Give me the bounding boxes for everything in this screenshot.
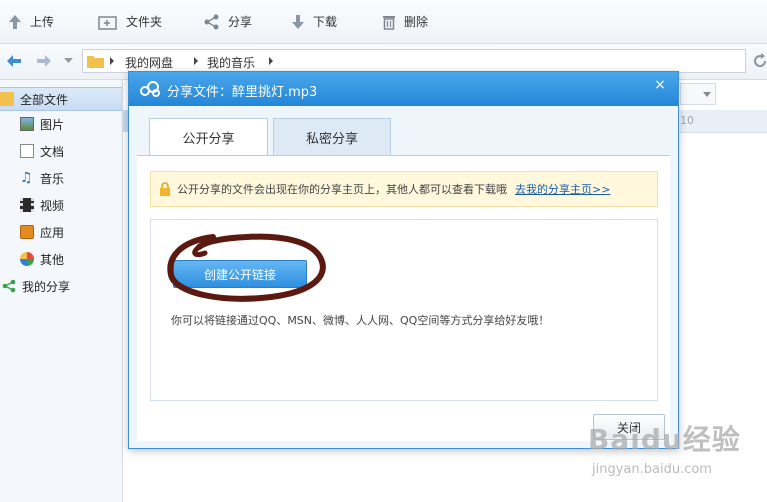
view-dropdown[interactable] <box>680 83 716 105</box>
notice-banner: 公开分享的文件会出现在你的分享主页上，其他人都可以查看下载哦 去我的分享主页>> <box>150 171 658 207</box>
trash-icon <box>383 15 395 30</box>
download-button[interactable]: 下载 <box>291 0 337 43</box>
dialog-title: 分享文件：醉里挑灯.mp3 <box>167 85 318 100</box>
download-label: 下载 <box>313 15 338 29</box>
sidebar-item-label: 音乐 <box>40 171 65 186</box>
new-folder-button[interactable]: 文件夹 <box>98 0 162 43</box>
sidebar-item-label: 文档 <box>40 144 65 159</box>
upload-button[interactable]: 上传 <box>8 0 54 43</box>
new-folder-icon <box>98 15 117 30</box>
share-icon <box>204 14 219 29</box>
back-arrow-icon[interactable] <box>6 53 22 69</box>
download-icon <box>292 14 304 29</box>
sidebar: 全部文件 图片 文档 ♫ 音乐 视频 应用 其他 我的分享 <box>0 80 123 502</box>
breadcrumb-separator-icon <box>194 57 198 65</box>
forward-arrow-icon[interactable] <box>36 53 52 69</box>
share-hint-text: 你可以将链接通过QQ、MSN、微博、人人网、QQ空间等方式分享给好友哦！ <box>171 314 550 327</box>
dialog-title-bar: 分享文件：醉里挑灯.mp3 × <box>129 72 678 106</box>
tab-label: 公开分享 <box>182 131 235 147</box>
music-icon: ♫ <box>20 170 33 186</box>
path-box[interactable]: 我的网盘 我的音乐 <box>82 49 746 73</box>
close-icon[interactable]: × <box>650 76 670 94</box>
sidebar-item-apps[interactable]: 应用 <box>0 220 122 244</box>
sidebar-item-my-share[interactable]: 我的分享 <box>0 274 122 298</box>
share-label: 分享 <box>228 15 253 29</box>
tab-public-share[interactable]: 公开分享 <box>149 118 268 156</box>
watermark-url: jingyan.baidu.com <box>592 462 712 477</box>
upload-label: 上传 <box>30 15 55 29</box>
share-dialog: 分享文件：醉里挑灯.mp3 × 公开分享 私密分享 公开分享的文件会出现在你的分… <box>128 71 679 449</box>
folder-icon <box>87 56 104 68</box>
sidebar-item-images[interactable]: 图片 <box>0 112 122 136</box>
sidebar-item-label: 应用 <box>40 225 65 240</box>
notice-text: 公开分享的文件会出现在你的分享主页上，其他人都可以查看下载哦 <box>177 183 507 196</box>
sidebar-item-videos[interactable]: 视频 <box>0 193 122 217</box>
tab-private-share[interactable]: 私密分享 <box>273 118 391 156</box>
sidebar-item-other[interactable]: 其他 <box>0 247 122 271</box>
share-home-link[interactable]: 去我的分享主页>> <box>515 181 610 197</box>
other-icon <box>20 252 34 266</box>
sidebar-item-documents[interactable]: 文档 <box>0 139 122 163</box>
video-icon <box>20 198 34 212</box>
sidebar-item-all-files[interactable]: 全部文件 <box>0 87 122 111</box>
dialog-body: 公开分享的文件会出现在你的分享主页上，其他人都可以查看下载哦 去我的分享主页>>… <box>137 155 670 441</box>
sidebar-item-label: 我的分享 <box>22 279 71 294</box>
document-icon <box>20 144 34 158</box>
cloud-share-icon <box>140 81 160 97</box>
new-folder-label: 文件夹 <box>126 15 163 29</box>
delete-label: 删除 <box>404 15 429 29</box>
sidebar-item-label: 图片 <box>40 117 65 132</box>
history-dropdown-icon[interactable] <box>64 58 73 64</box>
hand-drawn-circle-annotation <box>167 233 326 302</box>
toolbar: 上传 文件夹 分享 下载 删除 <box>0 0 767 44</box>
image-icon <box>20 117 34 131</box>
breadcrumb-my-music[interactable]: 我的音乐 <box>207 54 255 71</box>
sidebar-item-music[interactable]: ♫ 音乐 <box>0 166 122 190</box>
share-icon <box>2 279 16 293</box>
breadcrumb-separator-icon <box>110 57 114 65</box>
refresh-icon[interactable] <box>752 53 767 69</box>
breadcrumb-my-disk[interactable]: 我的网盘 <box>125 54 173 71</box>
delete-button[interactable]: 删除 <box>382 0 428 43</box>
share-button[interactable]: 分享 <box>204 0 252 43</box>
public-share-panel: 创建公开链接 你可以将链接通过QQ、MSN、微博、人人网、QQ空间等方式分享给好… <box>150 219 658 401</box>
sidebar-item-label: 全部文件 <box>20 92 69 107</box>
watermark-brand: Baidu经验 <box>588 423 741 456</box>
folder-icon <box>0 92 14 106</box>
app-icon <box>20 225 34 239</box>
baidu-jingyan-watermark: Baidu经验 jingyan.baidu.com <box>588 418 763 502</box>
upload-icon <box>9 14 21 29</box>
tab-label: 私密分享 <box>305 131 358 147</box>
lock-icon <box>160 182 170 196</box>
sidebar-item-label: 其他 <box>40 252 65 267</box>
sidebar-item-label: 视频 <box>40 198 65 213</box>
column-header-fragment: 10 <box>680 110 767 133</box>
chevron-down-icon <box>703 92 711 97</box>
breadcrumb-separator-icon <box>269 57 273 65</box>
